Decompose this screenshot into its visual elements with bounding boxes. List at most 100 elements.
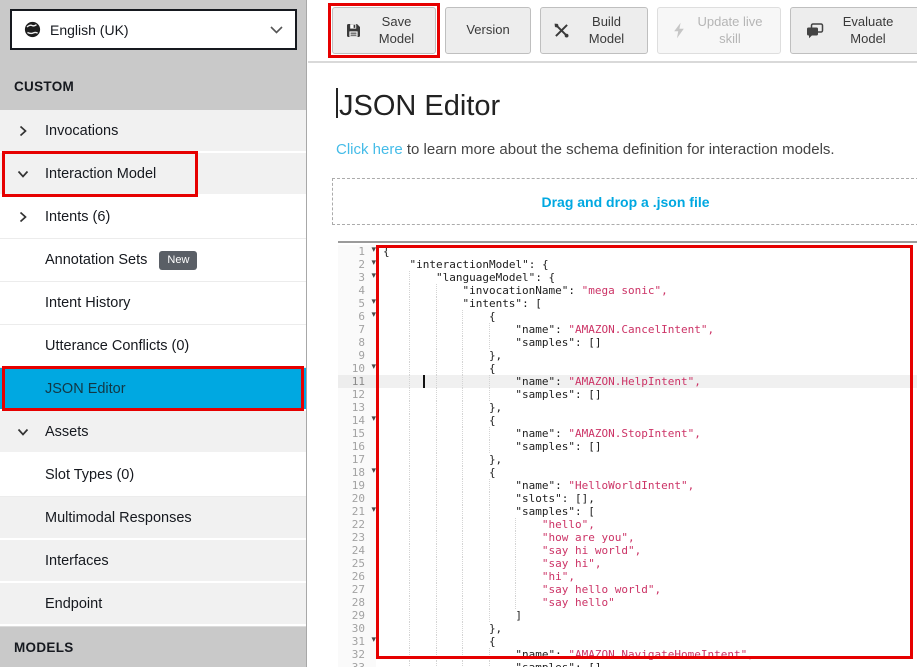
editor-line[interactable]: 19"name": "HelloWorldIntent",: [338, 479, 917, 492]
sidebar-item-multimodal-responses[interactable]: Multimodal Responses: [0, 497, 306, 540]
indent-guide: [409, 609, 435, 622]
indent-guide: [383, 518, 409, 531]
editor-line[interactable]: 10▾{: [338, 362, 917, 375]
indent-guide: [383, 284, 409, 297]
indent-guide: [436, 609, 462, 622]
editor-line[interactable]: 30},: [338, 622, 917, 635]
editor-line[interactable]: 18▾{: [338, 466, 917, 479]
sidebar-item-invocations[interactable]: Invocations: [0, 110, 306, 153]
code-text: "invocationName": "mega sonic",: [376, 284, 917, 297]
indent-guide: [436, 466, 462, 479]
sidebar-item-json-editor[interactable]: JSON Editor: [0, 368, 306, 411]
editor-line[interactable]: 9},: [338, 349, 917, 362]
indent-guide: [383, 258, 409, 271]
indent-guide: [436, 440, 462, 453]
editor-line[interactable]: 24"say hi world",: [338, 544, 917, 557]
json-dropzone[interactable]: Drag and drop a .json file: [332, 178, 917, 225]
chevron-right-icon[interactable]: [17, 211, 29, 223]
sidebar-item-label: Multimodal Responses: [45, 510, 192, 526]
sidebar-item-intents-6[interactable]: Intents (6): [0, 196, 306, 239]
editor-lines: 1▾{2▾"interactionModel": {3▾"languageMod…: [338, 245, 917, 667]
line-number: 2▾: [338, 258, 376, 271]
evaluate-model-button[interactable]: Evaluate Model: [790, 7, 917, 54]
code-text: "intents": [: [376, 297, 917, 310]
sidebar-item-intent-history[interactable]: Intent History: [0, 282, 306, 325]
code-text: {: [376, 245, 917, 258]
indent-guide: [383, 453, 409, 466]
sidebar-item-assets[interactable]: Assets: [0, 411, 306, 454]
line-number: 21▾: [338, 505, 376, 518]
editor-line[interactable]: 27"say hello world",: [338, 583, 917, 596]
indent-guide: [383, 401, 409, 414]
editor-line[interactable]: 4"invocationName": "mega sonic",: [338, 284, 917, 297]
line-number: 32: [338, 648, 376, 661]
indent-guide: [383, 375, 409, 388]
sidebar-item-slot-types-0[interactable]: Slot Types (0): [0, 454, 306, 497]
editor-line[interactable]: 12"samples": []: [338, 388, 917, 401]
editor-line[interactable]: 23"how are you",: [338, 531, 917, 544]
indent-guide: [489, 505, 515, 518]
editor-line[interactable]: 14▾{: [338, 414, 917, 427]
sidebar-item-utterance-conflicts-0[interactable]: Utterance Conflicts (0): [0, 325, 306, 368]
editor-line[interactable]: 7"name": "AMAZON.CancelIntent",: [338, 323, 917, 336]
editor-line[interactable]: 28"say hello": [338, 596, 917, 609]
sidebar-item-endpoint[interactable]: Endpoint: [0, 583, 306, 626]
editor-line[interactable]: 6▾{: [338, 310, 917, 323]
indent-guide: [409, 622, 435, 635]
editor-line[interactable]: 5▾"intents": [: [338, 297, 917, 310]
indent-guide: [409, 596, 435, 609]
indent-guide: [409, 310, 435, 323]
editor-line[interactable]: 26"hi",: [338, 570, 917, 583]
editor-line[interactable]: 15"name": "AMAZON.StopIntent",: [338, 427, 917, 440]
save-model-button[interactable]: Save Model: [332, 7, 436, 54]
indent-guide: [489, 427, 515, 440]
editor-line[interactable]: 25"say hi",: [338, 557, 917, 570]
indent-guide: [409, 284, 435, 297]
editor-line[interactable]: 16"samples": []: [338, 440, 917, 453]
indent-guide: [409, 492, 435, 505]
indent-guide: [462, 635, 488, 648]
editor-line[interactable]: 29]: [338, 609, 917, 622]
line-number: 23: [338, 531, 376, 544]
sidebar-item-interfaces[interactable]: Interfaces: [0, 540, 306, 583]
editor-line[interactable]: 21▾"samples": [: [338, 505, 917, 518]
indent-guide: [489, 479, 515, 492]
editor-line[interactable]: 2▾"interactionModel": {: [338, 258, 917, 271]
sidebar-item-label: Annotation Sets: [45, 252, 147, 268]
editor-line[interactable]: 22"hello",: [338, 518, 917, 531]
indent-guide: [383, 271, 409, 284]
indent-guide: [383, 336, 409, 349]
click-here-link[interactable]: Click here: [336, 141, 403, 158]
indent-guide: [489, 648, 515, 661]
build-model-button[interactable]: Build Model: [540, 7, 648, 54]
indent-guide: [462, 570, 488, 583]
indent-guide: [436, 388, 462, 401]
button-label: Save Model: [370, 14, 423, 47]
chevron-right-icon[interactable]: [17, 125, 29, 137]
editor-line[interactable]: 3▾"languageModel": {: [338, 271, 917, 284]
sidebar-item-interaction-model[interactable]: Interaction Model: [0, 153, 306, 196]
editor-line[interactable]: 8"samples": []: [338, 336, 917, 349]
editor-line[interactable]: 20"slots": [],: [338, 492, 917, 505]
editor-line[interactable]: 33"samples": []: [338, 661, 917, 667]
chat-icon: [806, 23, 824, 39]
editor-line[interactable]: 32"name": "AMAZON.NavigateHomeIntent",: [338, 648, 917, 661]
editor-line[interactable]: 13},: [338, 401, 917, 414]
language-selector[interactable]: English (UK): [10, 9, 297, 50]
indent-guide: [383, 557, 409, 570]
editor-line[interactable]: 11"name": "AMAZON.HelpIntent",: [338, 375, 917, 388]
code-text: "name": "HelloWorldIntent",: [376, 479, 917, 492]
editor-line[interactable]: 17},: [338, 453, 917, 466]
indent-guide: [383, 414, 409, 427]
indent-guide: [383, 583, 409, 596]
indent-guide: [383, 492, 409, 505]
editor-line[interactable]: 1▾{: [338, 245, 917, 258]
sidebar-item-annotation-sets[interactable]: Annotation SetsNew: [0, 239, 306, 282]
json-code-editor[interactable]: 1▾{2▾"interactionModel": {3▾"languageMod…: [338, 241, 917, 667]
indent-guide: [383, 297, 409, 310]
editor-line[interactable]: 31▾{: [338, 635, 917, 648]
chevron-down-icon[interactable]: [17, 168, 29, 180]
code-text: "name": "AMAZON.CancelIntent",: [376, 323, 917, 336]
version-button[interactable]: Version: [445, 7, 531, 54]
chevron-down-icon[interactable]: [17, 426, 29, 438]
